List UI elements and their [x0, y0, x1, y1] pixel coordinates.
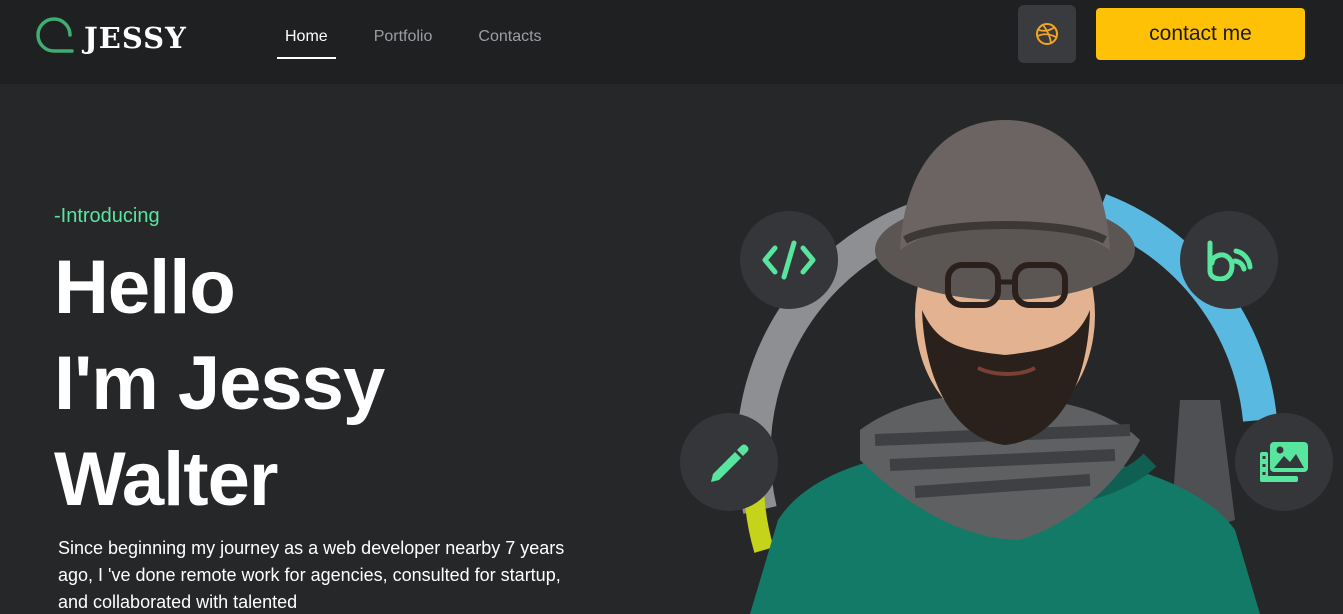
nav-item-home[interactable]: Home: [277, 26, 336, 59]
brand-name: JESSY: [84, 21, 187, 55]
main-nav: Home Portfolio Contacts: [277, 26, 580, 59]
pencil-icon: [711, 444, 749, 482]
dribbble-button[interactable]: [1018, 5, 1076, 63]
hero-illustration: [660, 100, 1343, 614]
hero-title-line: Walter: [54, 437, 278, 522]
hero-intro: -Introducing: [54, 205, 160, 227]
hero-title-line: Hello: [54, 245, 236, 330]
code-icon: [762, 240, 816, 280]
behance-icon: [1207, 240, 1253, 281]
skill-badge-design: [680, 413, 778, 511]
hero-description: Since beginning my journey as a web deve…: [58, 538, 565, 612]
dribbble-icon: [1036, 23, 1058, 45]
skill-badge-code: [740, 211, 838, 309]
portrait-illustration: [736, 120, 1277, 614]
hero-title: Hello I'm Jessy Walter: [54, 240, 385, 528]
nav-item-portfolio[interactable]: Portfolio: [366, 26, 441, 59]
skill-badge-media: [1235, 413, 1333, 511]
brand-logo[interactable]: JESSY: [34, 10, 187, 55]
nav-item-contacts[interactable]: Contacts: [470, 26, 549, 59]
site-header: JESSY Home Portfolio Contacts contact me: [0, 0, 1343, 84]
hero-title-line: I'm Jessy: [54, 341, 385, 426]
skill-badge-behance: [1180, 211, 1278, 309]
logo-mark-icon: [36, 17, 74, 53]
images-icon: [1260, 442, 1308, 482]
contact-me-button[interactable]: contact me: [1096, 8, 1305, 60]
